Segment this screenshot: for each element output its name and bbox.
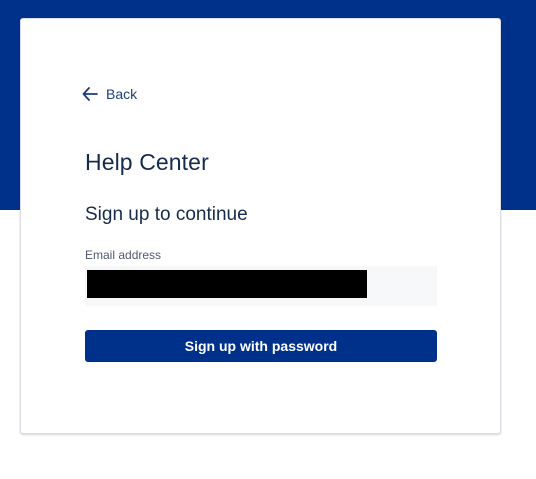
page: Back Help Center Sign up to continue Ema… bbox=[0, 0, 536, 479]
email-value-redaction bbox=[87, 270, 367, 298]
signup-card: Back Help Center Sign up to continue Ema… bbox=[20, 18, 501, 434]
signup-subtitle: Sign up to continue bbox=[85, 204, 248, 225]
email-label: Email address bbox=[85, 248, 162, 262]
arrow-left-icon bbox=[82, 87, 98, 101]
signup-with-password-button[interactable]: Sign up with password bbox=[85, 330, 437, 362]
page-title: Help Center bbox=[85, 149, 209, 175]
back-link[interactable]: Back bbox=[82, 86, 137, 102]
email-field[interactable] bbox=[85, 266, 437, 306]
back-label: Back bbox=[106, 86, 138, 102]
